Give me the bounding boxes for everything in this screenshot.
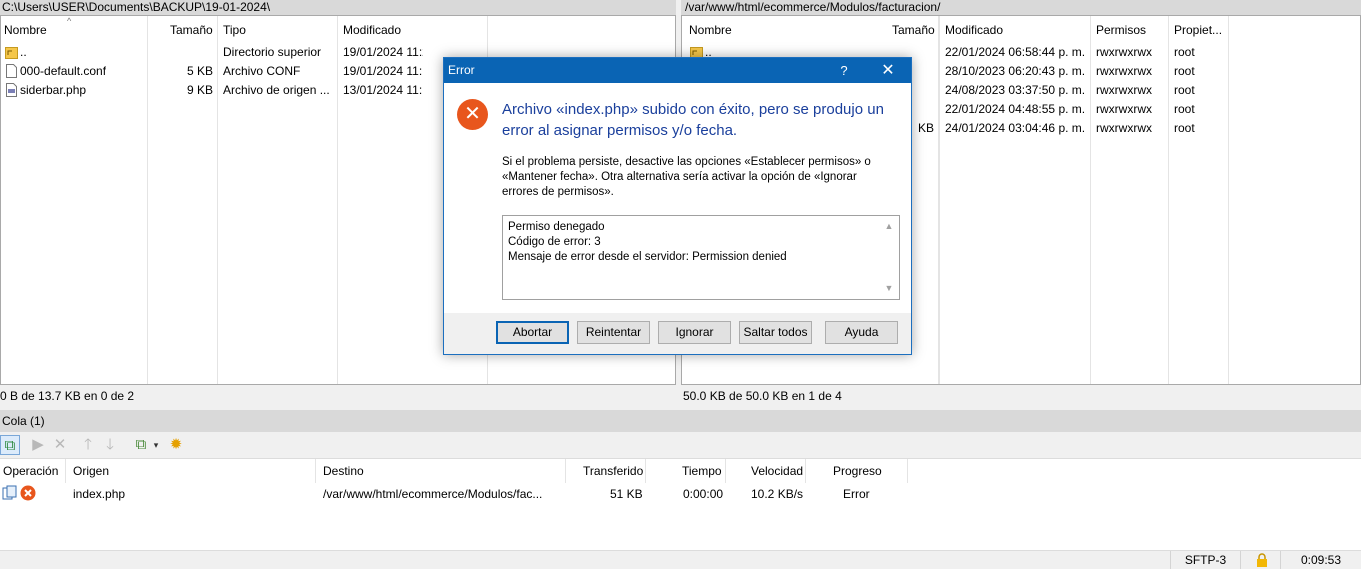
column-header-origin[interactable]: Origen [73, 464, 109, 478]
gear-icon[interactable]: ✹ [166, 435, 186, 455]
queue-transferred: 51 KB [610, 487, 643, 501]
column-header-modified[interactable]: Modificado [945, 23, 1003, 37]
move-down-icon[interactable]: 🡓 [100, 435, 120, 455]
skip-all-button[interactable]: Saltar todos [739, 321, 812, 344]
retry-button[interactable]: Reintentar [577, 321, 650, 344]
sort-ascending-icon: ^ [67, 16, 72, 26]
column-header-owner[interactable]: Propiet... [1174, 23, 1222, 37]
queue-title: Cola (1) [0, 410, 1361, 432]
close-icon[interactable]: ✕ [875, 58, 901, 83]
status-bar: SFTP-3 0:09:53 [0, 550, 1361, 569]
session-timer: 0:09:53 [1280, 551, 1361, 569]
remote-path-bar[interactable]: /var/www/html/ecommerce/Modulos/facturac… [681, 0, 1361, 15]
queue-toolbar: ⧉ ▶ ✕ 🡑 🡓 ⧉ ▾ ✹ [0, 432, 1361, 458]
column-header-modified[interactable]: Modificado [343, 23, 401, 37]
queue-time: 0:00:00 [683, 487, 724, 501]
queue-row[interactable] [0, 484, 1361, 504]
abort-button[interactable]: Abortar [496, 321, 569, 344]
error-details-box[interactable]: Permiso denegado Código de error: 3 Mens… [502, 215, 900, 300]
ignore-button[interactable]: Ignorar [658, 321, 731, 344]
php-file-icon [6, 83, 17, 97]
play-icon[interactable]: ▶ [28, 435, 48, 455]
error-hint: Si el problema persiste, desactive las o… [502, 156, 871, 198]
column-header-size[interactable]: Tamaño [170, 23, 213, 37]
delete-icon[interactable]: ✕ [50, 435, 70, 455]
remote-status: 50.0 KB de 50.0 KB en 1 de 4 [683, 386, 1359, 406]
parent-folder-icon [5, 47, 18, 59]
column-header-time[interactable]: Tiempo [682, 464, 722, 478]
queue-execute-icon[interactable]: ⧉ [0, 435, 20, 455]
detail-line: Código de error: 3 [508, 236, 601, 248]
queue-destination: /var/www/html/ecommerce/Modulos/fac... [323, 487, 543, 501]
column-header-speed[interactable]: Velocidad [751, 464, 803, 478]
column-header-operation[interactable]: Operación [3, 464, 58, 478]
remote-path: /var/www/html/ecommerce/Modulos/facturac… [685, 0, 941, 14]
error-icon [20, 485, 36, 501]
column-header-permissions[interactable]: Permisos [1096, 23, 1146, 37]
help-icon[interactable]: ? [834, 58, 854, 83]
dropdown-arrow-icon[interactable]: ▾ [150, 435, 162, 455]
detail-line: Mensaje de error desde el servidor: Perm… [508, 251, 787, 263]
help-button[interactable]: Ayuda [825, 321, 898, 344]
queue-options-icon[interactable]: ⧉ [131, 435, 151, 455]
queue-list[interactable]: Operación Origen Destino Transferido Tie… [0, 458, 1361, 550]
column-header-name[interactable]: Nombre [4, 23, 47, 37]
scroll-down-icon[interactable]: ▼ [883, 281, 895, 296]
scroll-up-icon[interactable]: ▲ [883, 219, 895, 234]
detail-line: Permiso denegado [508, 221, 605, 233]
queue-origin: index.php [73, 487, 126, 501]
dialog-button-bar: Abortar Reintentar Ignorar Saltar todos … [444, 313, 911, 354]
column-header-size[interactable]: Tamaño [892, 23, 935, 37]
local-status: 0 B de 13.7 KB en 0 de 2 [0, 386, 676, 406]
column-header-type[interactable]: Tipo [223, 23, 246, 37]
protocol-indicator: SFTP-3 [1170, 551, 1240, 569]
column-header-progress[interactable]: Progreso [833, 464, 882, 478]
lock-icon [1240, 551, 1280, 569]
error-message: Archivo «index.php» subido con éxito, pe… [502, 101, 884, 139]
dialog-title: Error [448, 63, 475, 77]
queue-speed: 10.2 KB/s [751, 487, 804, 501]
file-icon [6, 64, 17, 78]
error-dialog: Error ? ✕ ✕ Archivo «index.php» subido c… [443, 57, 912, 355]
move-up-icon[interactable]: 🡑 [78, 435, 98, 455]
column-header-destination[interactable]: Destino [323, 464, 364, 478]
column-header-transferred[interactable]: Transferido [583, 464, 643, 478]
local-path: C:\Users\USER\Documents\BACKUP\19-01-202… [2, 0, 271, 14]
upload-operation-icon [2, 485, 17, 500]
error-icon: ✕ [457, 99, 488, 130]
local-path-bar[interactable]: C:\Users\USER\Documents\BACKUP\19-01-202… [0, 0, 676, 15]
column-header-name[interactable]: Nombre [689, 23, 732, 37]
queue-progress: Error [843, 487, 870, 501]
